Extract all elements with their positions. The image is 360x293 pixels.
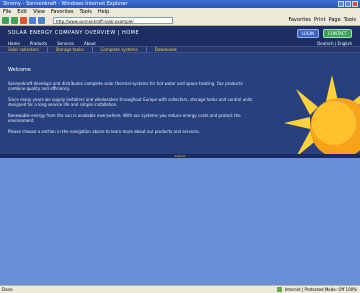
menu-help[interactable]: Help <box>98 9 109 15</box>
page-background <box>0 158 360 285</box>
status-zone[interactable]: Internet | Protected Mode: Off 100% <box>285 287 357 292</box>
maximize-button[interactable] <box>345 1 351 7</box>
tab-systems[interactable]: Complete systems <box>91 47 146 52</box>
sun-logo-icon <box>284 75 360 158</box>
content-paragraph: Sonnenkraft develops and distributes com… <box>8 81 243 91</box>
tab-downloads[interactable]: Downloads <box>145 47 185 52</box>
browser-toolbar: http://www.sonnenkraft-solar.example/ Fa… <box>0 15 360 26</box>
home-icon[interactable] <box>38 16 45 24</box>
stop-icon[interactable] <box>20 16 27 24</box>
nav-products[interactable]: Products <box>30 41 47 46</box>
tab-collectors[interactable]: Solar collectors <box>0 47 47 52</box>
window-controls <box>338 1 358 7</box>
status-text: Done <box>2 287 13 292</box>
nav-services[interactable]: Services <box>57 41 74 46</box>
menubar: File Edit View Favorites Tools Help <box>0 8 360 15</box>
minimize-button[interactable] <box>338 1 344 7</box>
window-titlebar: Stromy - Sonnenkraft - Windows Internet … <box>0 0 360 8</box>
refresh-icon[interactable] <box>29 16 36 24</box>
status-bar: Done Internet | Protected Mode: Off 100% <box>0 285 360 293</box>
contact-button[interactable]: CONTACT <box>323 28 352 38</box>
site-title: SOLAR ENERGY COMPANY OVERVIEW | HOME <box>8 30 140 36</box>
menu-favorites[interactable]: Favorites <box>51 9 74 15</box>
content-paragraph: Since many years we supply installers an… <box>8 97 253 107</box>
menu-tools[interactable]: Tools <box>80 9 92 15</box>
internet-zone-icon <box>276 287 282 292</box>
menu-file[interactable]: File <box>3 9 11 15</box>
address-bar[interactable]: http://www.sonnenkraft-solar.example/ <box>53 16 173 24</box>
toolbar-page[interactable]: Page <box>329 17 341 23</box>
nav-about[interactable]: About <box>84 41 96 46</box>
tab-storage[interactable]: Storage tanks <box>46 47 92 52</box>
site-header: SOLAR ENERGY COMPANY OVERVIEW | HOME LOG… <box>0 26 360 40</box>
login-button[interactable]: LOGIN <box>296 28 320 38</box>
menu-view[interactable]: View <box>33 9 45 15</box>
toolbar-print[interactable]: Print <box>314 17 326 23</box>
close-button[interactable] <box>352 1 358 7</box>
site-tabs: Solar collectors Storage tanks Complete … <box>0 46 360 53</box>
content-paragraph: Please choose a section in the navigatio… <box>8 129 201 134</box>
window-title: Stromy - Sonnenkraft - Windows Internet … <box>3 1 128 7</box>
forward-icon[interactable] <box>11 16 18 24</box>
language-switch[interactable]: Deutsch | English <box>317 41 360 46</box>
toolbar-tools[interactable]: Tools <box>344 17 356 23</box>
menu-edit[interactable]: Edit <box>17 9 27 15</box>
toolbar-favorites[interactable]: Favorites <box>288 17 311 23</box>
content-paragraph: Renewable energy from the sun is availab… <box>8 113 241 123</box>
toolbar-right: Favorites Print Page Tools <box>288 17 360 23</box>
main-content: Welcome Sonnenkraft develops and distrib… <box>0 53 360 158</box>
nav-home[interactable]: Home <box>8 41 20 46</box>
back-icon[interactable] <box>2 16 9 24</box>
